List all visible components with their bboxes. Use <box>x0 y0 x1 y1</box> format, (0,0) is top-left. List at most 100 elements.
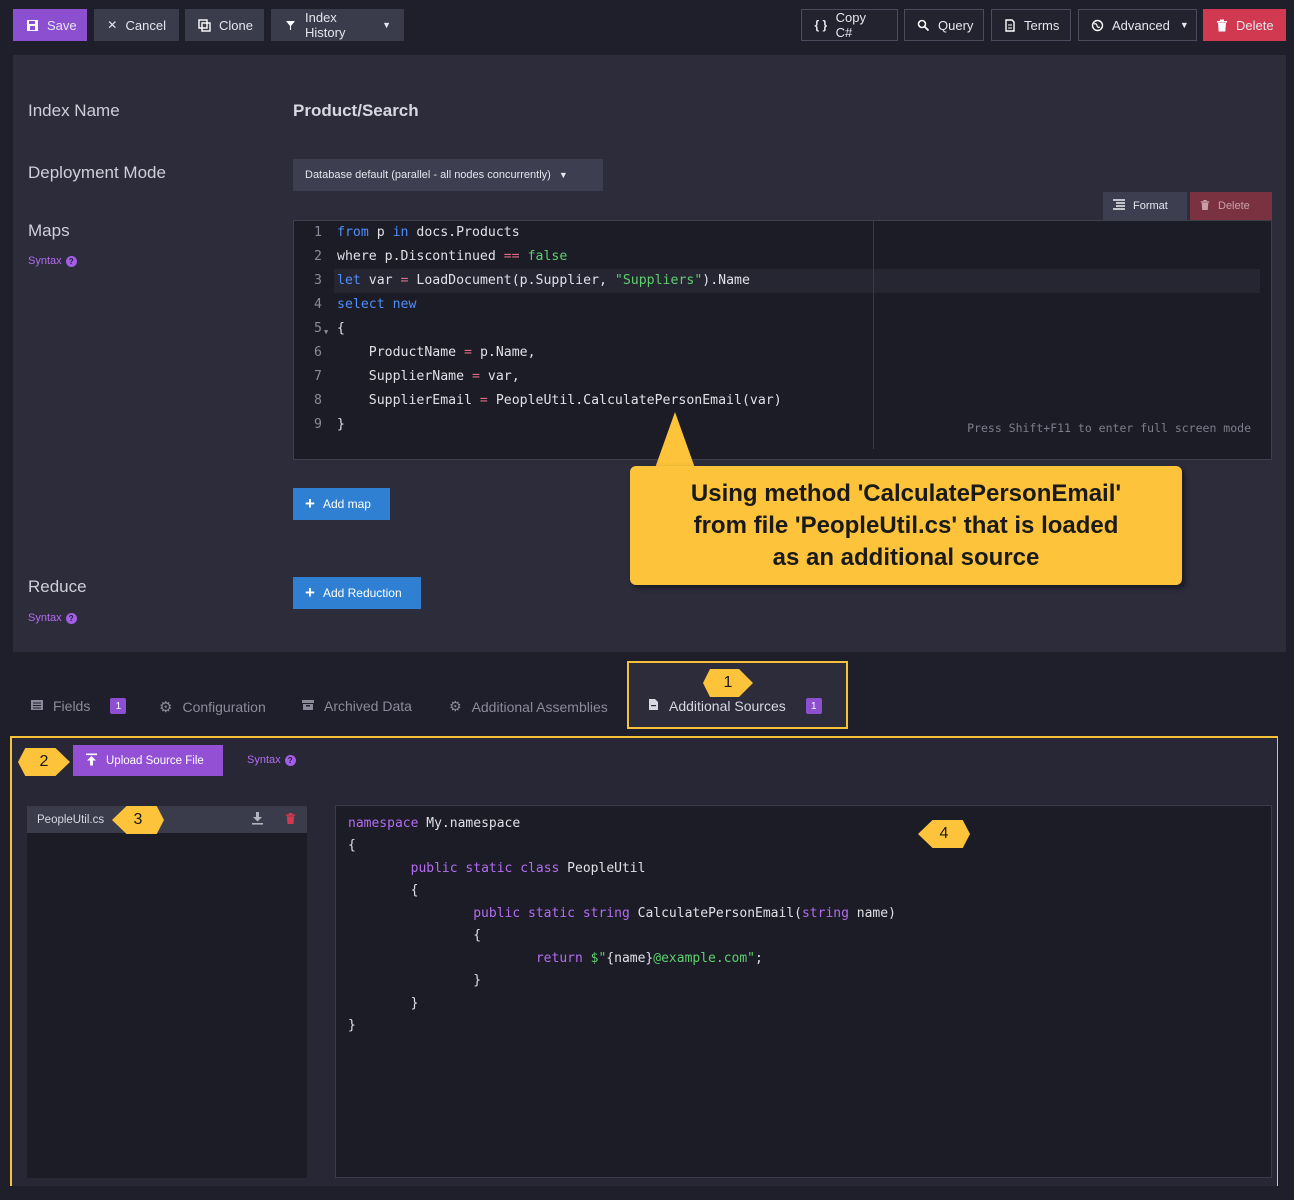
tab-configuration[interactable]: ⚙ Configuration <box>159 698 266 716</box>
maps-label: Maps <box>28 221 70 240</box>
tab-bar: Fields 1 ⚙ Configuration Archived Data ⚙… <box>0 652 1294 729</box>
save-icon <box>26 18 39 32</box>
source-line: { <box>348 838 356 853</box>
source-file-name: PeopleUtil.cs <box>37 813 105 826</box>
source-file-item[interactable]: PeopleUtil.cs <box>27 806 307 833</box>
close-icon: ✕ <box>107 18 118 32</box>
code-line: where p.Discontinued == false <box>337 249 568 264</box>
code-line: select new <box>337 297 417 312</box>
callout-line: Using method 'CalculatePersonEmail' <box>690 480 1122 507</box>
callout-annotation: Using method 'CalculatePersonEmail' from… <box>630 466 1182 585</box>
index-history-label: Index History <box>305 10 346 40</box>
source-line: } <box>348 973 482 988</box>
chevron-down-icon: ▼ <box>382 20 391 30</box>
line-gutter: 1 2 3 4 5 6 7 8 9 ▼ <box>294 221 334 459</box>
reduce-label: Reduce <box>28 577 87 596</box>
globe-icon <box>1091 18 1104 32</box>
line-number: 3 <box>314 273 322 288</box>
reduce-syntax-link[interactable]: Syntax ? <box>28 612 77 624</box>
add-reduction-button[interactable]: + Add Reduction <box>293 577 421 609</box>
line-number: 7 <box>314 369 322 384</box>
deployment-mode-label: Deployment Mode <box>28 163 166 182</box>
maps-syntax-link[interactable]: Syntax ? <box>28 255 77 267</box>
chevron-down-icon: ▼ <box>1179 20 1189 30</box>
fold-icon[interactable]: ▼ <box>324 328 328 336</box>
line-number: 2 <box>314 249 322 264</box>
source-file-viewer[interactable]: namespace My.namespace { public static c… <box>335 805 1272 1178</box>
code-line: { <box>337 321 345 336</box>
additional-sources-panel: 2 Upload Source File Syntax ? PeopleUtil… <box>12 738 1277 1186</box>
source-line: public static class PeopleUtil <box>410 861 646 876</box>
deployment-mode-dropdown[interactable]: Database default (parallel - all nodes c… <box>293 159 603 191</box>
chevron-down-icon: ▼ <box>558 170 568 180</box>
code-line: } <box>337 417 345 432</box>
archive-icon <box>302 698 314 714</box>
toolbar: Save ✕ Cancel Clone Index History ▼ { } … <box>0 0 1294 52</box>
cancel-button[interactable]: ✕ Cancel <box>94 9 179 41</box>
fields-count-badge: 1 <box>110 698 127 714</box>
source-line: return $"{name}@example.com"; <box>535 951 763 966</box>
copy-csharp-label: Copy C# <box>835 10 867 40</box>
tab-configuration-label: Configuration <box>182 699 266 715</box>
advanced-button[interactable]: Advanced ▼ <box>1078 9 1197 41</box>
source-line: } <box>348 996 419 1011</box>
search-icon <box>917 18 930 32</box>
help-icon: ? <box>65 255 77 267</box>
copy-csharp-button[interactable]: { } Copy C# <box>801 9 898 41</box>
download-icon[interactable] <box>251 812 264 828</box>
code-line: SupplierEmail = PeopleUtil.CalculatePers… <box>337 393 782 408</box>
add-map-label: Add map <box>322 497 371 511</box>
callout-line: from file 'PeopleUtil.cs' that is loaded <box>693 512 1119 539</box>
map-code-editor[interactable]: 1 2 3 4 5 6 7 8 9 ▼ from p in docs.Produ… <box>293 220 1272 460</box>
query-button[interactable]: Query <box>904 9 984 41</box>
clone-button[interactable]: Clone <box>185 9 264 41</box>
tab-archived-data[interactable]: Archived Data <box>302 698 412 714</box>
index-name-label: Index Name <box>28 101 120 120</box>
deployment-mode-value: Database default (parallel - all nodes c… <box>305 169 551 181</box>
format-button[interactable]: Format <box>1103 192 1187 220</box>
braces-icon: { } <box>814 18 828 32</box>
tab-fields-label: Fields <box>53 698 91 714</box>
help-icon: ? <box>65 612 77 624</box>
clone-icon <box>198 18 211 32</box>
line-number: 1 <box>314 225 322 240</box>
source-line: } <box>348 1018 356 1033</box>
format-label: Format <box>1133 200 1168 212</box>
upload-label: Upload Source File <box>106 754 204 767</box>
callout-pointer <box>655 412 695 468</box>
syntax-label: Syntax <box>247 754 281 766</box>
delete-index-button[interactable]: Delete <box>1203 9 1286 41</box>
code-line: SupplierName = var, <box>337 369 520 384</box>
tab-additional-assemblies[interactable]: ⚙ Additional Assemblies <box>449 698 608 715</box>
upload-icon <box>85 753 98 769</box>
add-reduction-label: Add Reduction <box>322 586 402 600</box>
line-number: 4 <box>314 297 322 312</box>
trash-icon <box>1200 199 1210 214</box>
history-icon <box>284 18 297 32</box>
index-name-value: Product/Search <box>293 101 419 120</box>
terms-button[interactable]: Terms <box>991 9 1071 41</box>
format-icon <box>1113 199 1125 213</box>
delete-label: Delete <box>1236 17 1274 33</box>
delete-map-button[interactable]: Delete <box>1190 192 1272 220</box>
source-line: public static string CalculatePersonEmai… <box>473 906 896 921</box>
tab-fields[interactable]: Fields 1 <box>31 698 127 714</box>
save-button[interactable]: Save <box>13 9 87 41</box>
sources-syntax-link[interactable]: Syntax ? <box>247 754 296 766</box>
code-line: from p in docs.Products <box>337 225 520 240</box>
syntax-label: Syntax <box>28 255 62 267</box>
print-margin <box>873 221 874 449</box>
add-map-button[interactable]: + Add map <box>293 488 390 520</box>
tab-archived-label: Archived Data <box>324 698 412 714</box>
gears-icon: ⚙ <box>449 698 462 714</box>
tab-assemblies-label: Additional Assemblies <box>471 698 608 715</box>
marker-2: 2 <box>18 748 70 776</box>
advanced-label: Advanced <box>1112 17 1170 33</box>
index-history-button[interactable]: Index History ▼ <box>271 9 404 41</box>
source-line: namespace My.namespace <box>348 816 521 831</box>
upload-source-file-button[interactable]: Upload Source File <box>73 745 223 776</box>
trash-icon[interactable] <box>285 812 296 828</box>
list-icon <box>31 698 43 714</box>
query-label: Query <box>938 17 974 33</box>
source-line: { <box>348 928 482 943</box>
